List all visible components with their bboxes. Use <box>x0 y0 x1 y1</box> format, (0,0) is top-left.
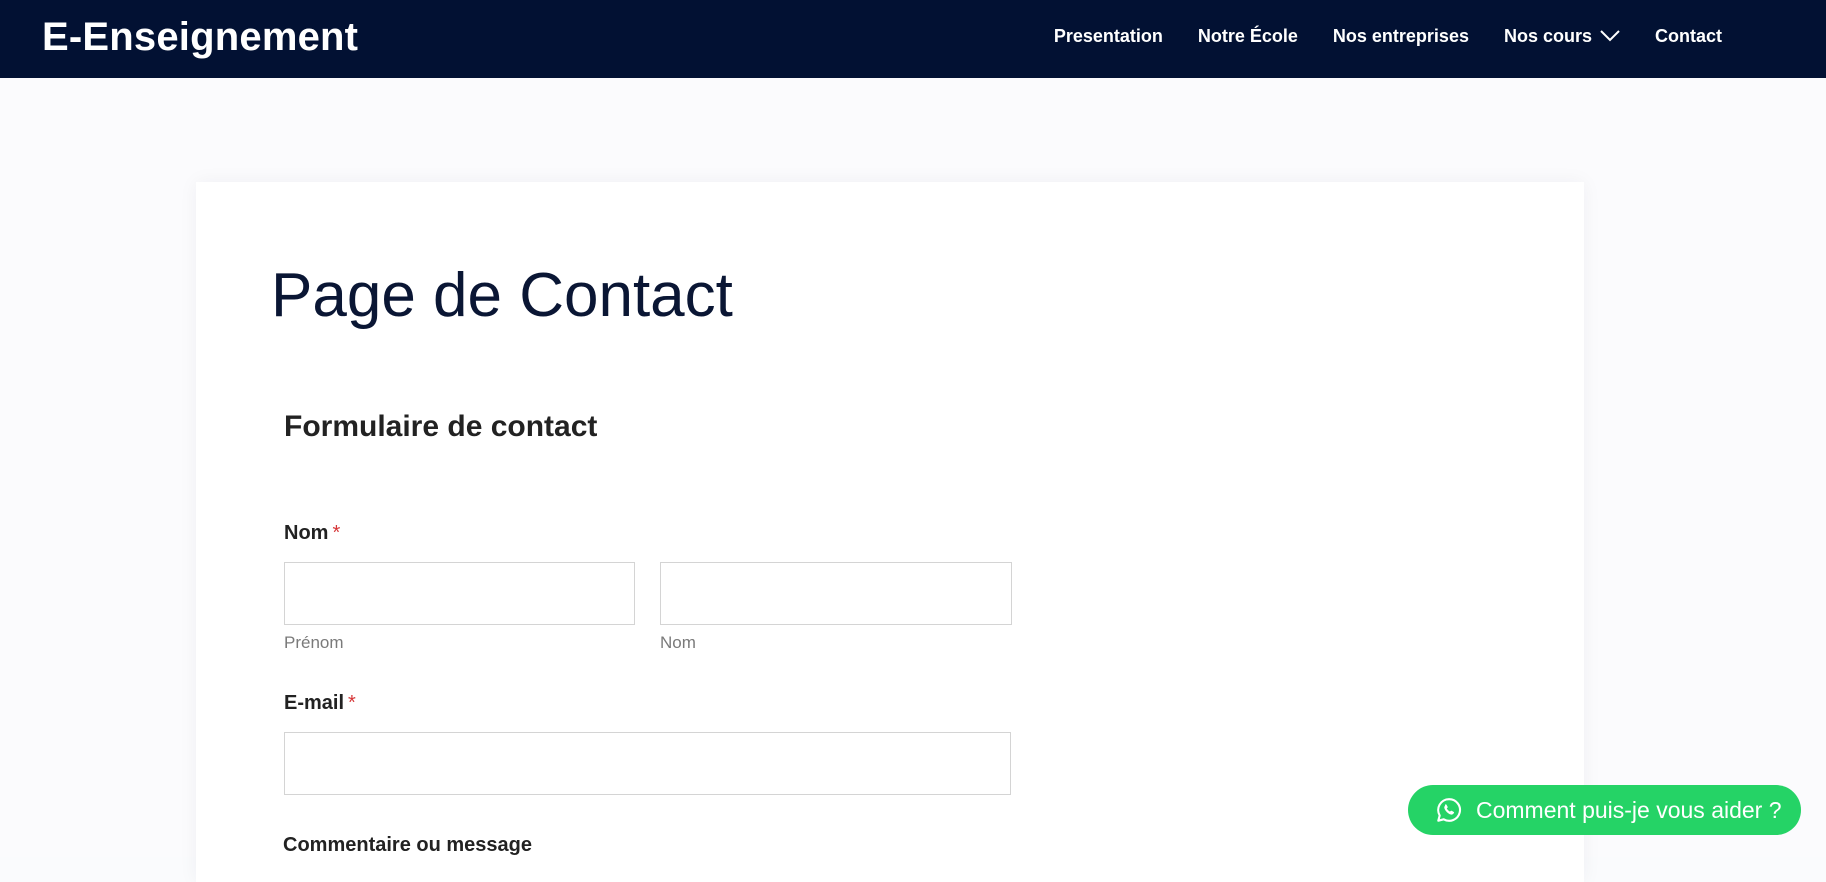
comment-field-label: Commentaire ou message <box>283 834 532 856</box>
required-marker: * <box>348 692 356 714</box>
nav-item-nos-entreprises[interactable]: Nos entreprises <box>1333 26 1469 47</box>
chevron-down-icon <box>1600 30 1620 42</box>
last-name-sublabel: Nom <box>660 633 696 652</box>
page-title: Page de Contact <box>271 261 733 330</box>
nav-item-contact[interactable]: Contact <box>1655 26 1722 47</box>
first-name-input[interactable] <box>284 562 635 625</box>
whatsapp-icon <box>1437 798 1461 822</box>
name-field-label: Nom * <box>284 521 340 545</box>
nav-label: Presentation <box>1053 25 1163 46</box>
site-header: E-Enseignement Presentation Notre École … <box>0 0 1826 78</box>
name-label-text: Nom <box>284 522 329 544</box>
first-name-sublabel: Prénom <box>284 633 344 652</box>
nav-label: Nos entreprises <box>1332 25 1469 46</box>
whatsapp-chat-button[interactable]: Comment puis-je vous aider ? <box>1408 785 1801 835</box>
email-field-label: E-mail * <box>284 691 356 715</box>
email-label-text: E-mail <box>284 692 345 714</box>
nav-item-nos-cours[interactable]: Nos cours <box>1504 26 1620 47</box>
nav-label: Contact <box>1655 25 1722 46</box>
nav-item-presentation[interactable]: Presentation <box>1054 26 1163 47</box>
whatsapp-button-label: Comment puis-je vous aider ? <box>1476 796 1782 823</box>
email-input[interactable] <box>284 732 1011 795</box>
nav-label: Notre École <box>1197 25 1298 46</box>
site-logo[interactable]: E-Enseignement <box>42 14 358 60</box>
main-nav: Presentation Notre École Nos entreprises… <box>1054 0 1722 72</box>
nav-item-notre-ecole[interactable]: Notre École <box>1198 26 1298 47</box>
last-name-input[interactable] <box>660 562 1012 625</box>
form-title: Formulaire de contact <box>284 410 598 443</box>
nav-label: Nos cours <box>1503 25 1592 46</box>
required-marker: * <box>332 522 341 544</box>
